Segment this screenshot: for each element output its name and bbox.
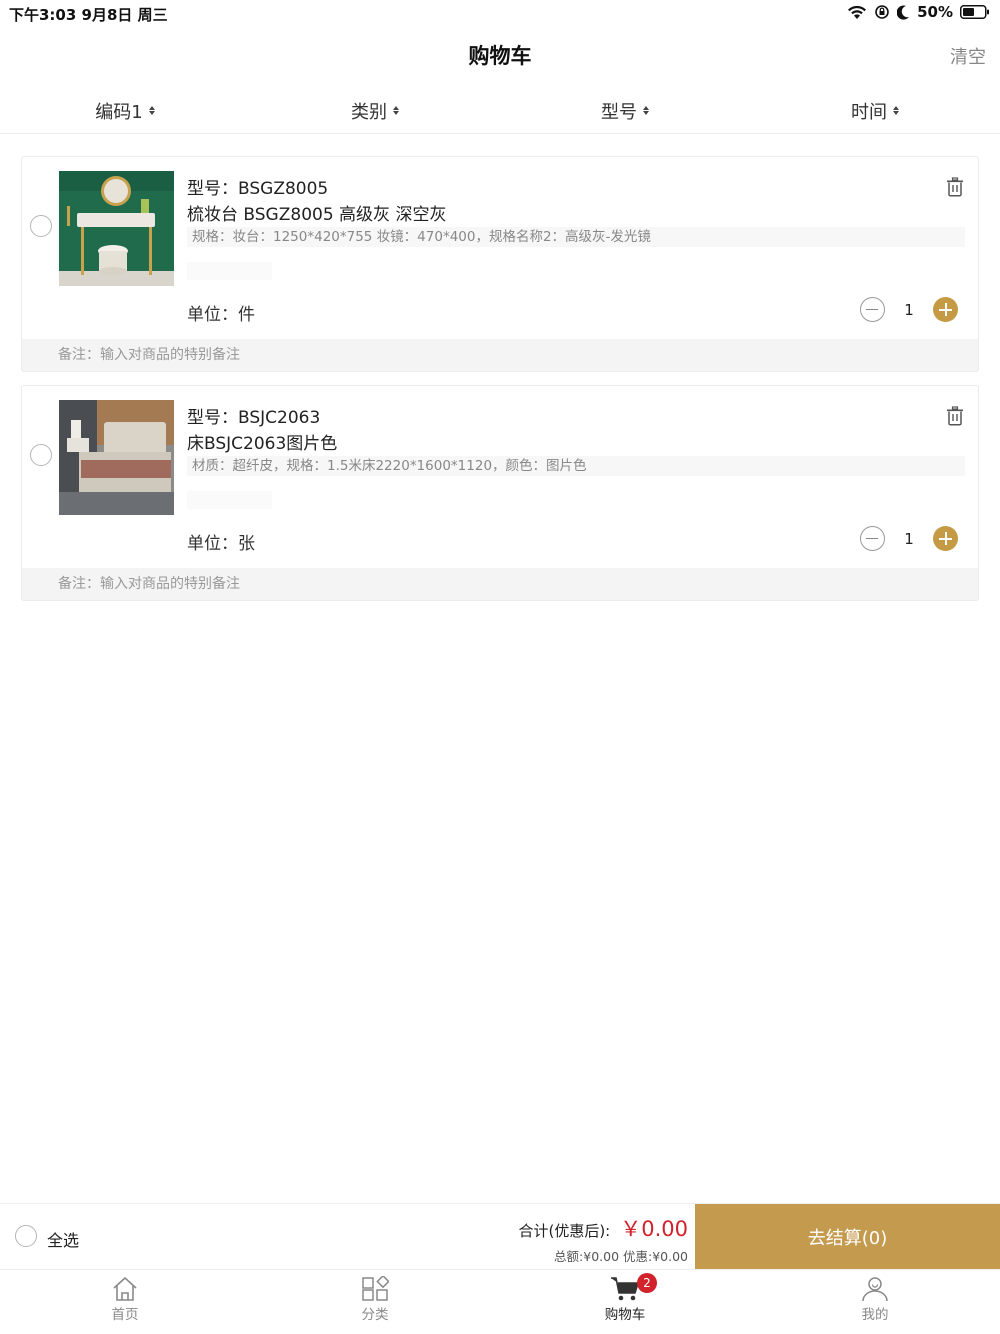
sort-arrows-icon: [148, 106, 155, 115]
item-name[interactable]: 梳妆台 BSGZ8005 高级灰 深空灰: [187, 200, 446, 225]
tab-category[interactable]: 分类: [250, 1270, 500, 1334]
item-unit: 单位：件: [187, 305, 255, 325]
item-model: 型号：BSGZ8005: [187, 179, 329, 199]
tab-bar: 首页 分类 2 购物车 我的: [0, 1269, 1000, 1334]
sort-arrows-icon: [893, 106, 899, 115]
item-select-checkbox[interactable]: [30, 444, 52, 466]
tab-cart[interactable]: 2 购物车: [500, 1270, 750, 1334]
wifi-icon: [848, 5, 867, 19]
sort-arrows-icon: [393, 106, 399, 115]
quantity-value[interactable]: 1: [885, 530, 933, 548]
status-bar: 下午3:03 9月8日 周三 50%: [0, 0, 1000, 28]
checkout-button[interactable]: 去结算(0): [695, 1204, 1000, 1270]
sort-label: 类别: [351, 101, 387, 123]
user-icon: [862, 1277, 888, 1302]
item-select-checkbox[interactable]: [30, 215, 52, 237]
clear-cart-button[interactable]: 清空: [950, 43, 986, 69]
sort-label: 型号: [601, 101, 637, 123]
item-spec: 材质：超纤皮，规格：1.5米床2220*1600*1120，颜色：图片色: [187, 456, 965, 476]
battery-icon: [960, 5, 989, 19]
item-model: 型号：BSJC2063: [187, 408, 321, 428]
sort-label: 时间: [851, 101, 887, 123]
rotation-lock-icon: [875, 5, 889, 19]
item-name[interactable]: 床BSJC2063图片色: [187, 429, 337, 454]
battery-percent: 50%: [917, 3, 953, 21]
product-image-dressing-table[interactable]: [59, 171, 174, 286]
tab-label: 分类: [361, 1307, 389, 1323]
subtotal-breakdown: 总额:¥0.00 优惠:¥0.00: [554, 1249, 688, 1264]
sort-by-time[interactable]: 时间: [750, 88, 1000, 133]
remark-input[interactable]: 备注：输入对商品的特别备注: [22, 568, 978, 600]
select-all-checkbox[interactable]: [15, 1225, 37, 1247]
checkout-bar: 全选 合计(优惠后): ￥0.00 总额:¥0.00 优惠:¥0.00 去结算(…: [0, 1203, 1000, 1270]
quantity-stepper: 1: [860, 526, 958, 551]
item-unit: 单位：张: [187, 534, 255, 554]
total-line: 合计(优惠后): ￥0.00: [518, 1213, 688, 1243]
home-icon: [113, 1277, 137, 1301]
status-time: 下午3:03 9月8日 周三: [9, 6, 168, 24]
select-all-label[interactable]: 全选: [47, 1227, 79, 1251]
cart-icon: [611, 1277, 639, 1301]
status-indicators: 50%: [847, 3, 990, 21]
sort-label: 编码1: [95, 101, 143, 123]
total-label: 合计(优惠后):: [518, 1222, 611, 1240]
sort-by-model[interactable]: 型号: [500, 88, 750, 133]
cart-item: 型号：BSGZ8005 梳妆台 BSGZ8005 高级灰 深空灰 规格：妆台：1…: [21, 156, 979, 372]
tab-label: 首页: [111, 1307, 139, 1323]
sort-arrows-icon: [643, 106, 649, 115]
sort-bar: 编码1 类别 型号 时间: [0, 88, 1000, 134]
page-title: 购物车: [468, 44, 532, 68]
placeholder-bar: [187, 262, 272, 280]
delete-item-icon[interactable]: [946, 406, 964, 426]
cart-item: 型号：BSJC2063 床BSJC2063图片色 材质：超纤皮，规格：1.5米床…: [21, 385, 979, 601]
moon-icon: [897, 5, 910, 20]
product-image-bed[interactable]: [59, 400, 174, 515]
sort-by-category[interactable]: 类别: [250, 88, 500, 133]
remark-input[interactable]: 备注：输入对商品的特别备注: [22, 339, 978, 371]
cart-count-badge: 2: [637, 1273, 657, 1293]
category-icon: [362, 1276, 389, 1301]
quantity-stepper: 1: [860, 297, 958, 322]
decrease-quantity-button[interactable]: [860, 297, 885, 322]
item-spec: 规格：妆台：1250*420*755 妆镜：470*400，规格名称2：高级灰-…: [187, 227, 965, 247]
increase-quantity-button[interactable]: [933, 297, 958, 322]
decrease-quantity-button[interactable]: [860, 526, 885, 551]
delete-item-icon[interactable]: [946, 177, 964, 197]
tab-profile[interactable]: 我的: [750, 1270, 1000, 1334]
sort-by-code[interactable]: 编码1: [0, 88, 250, 133]
increase-quantity-button[interactable]: [933, 526, 958, 551]
tab-label: 我的: [861, 1307, 889, 1323]
placeholder-bar: [187, 491, 272, 509]
tab-home[interactable]: 首页: [0, 1270, 250, 1334]
total-amount: ￥0.00: [620, 1217, 688, 1241]
tab-label: 购物车: [604, 1307, 646, 1323]
quantity-value[interactable]: 1: [885, 301, 933, 319]
